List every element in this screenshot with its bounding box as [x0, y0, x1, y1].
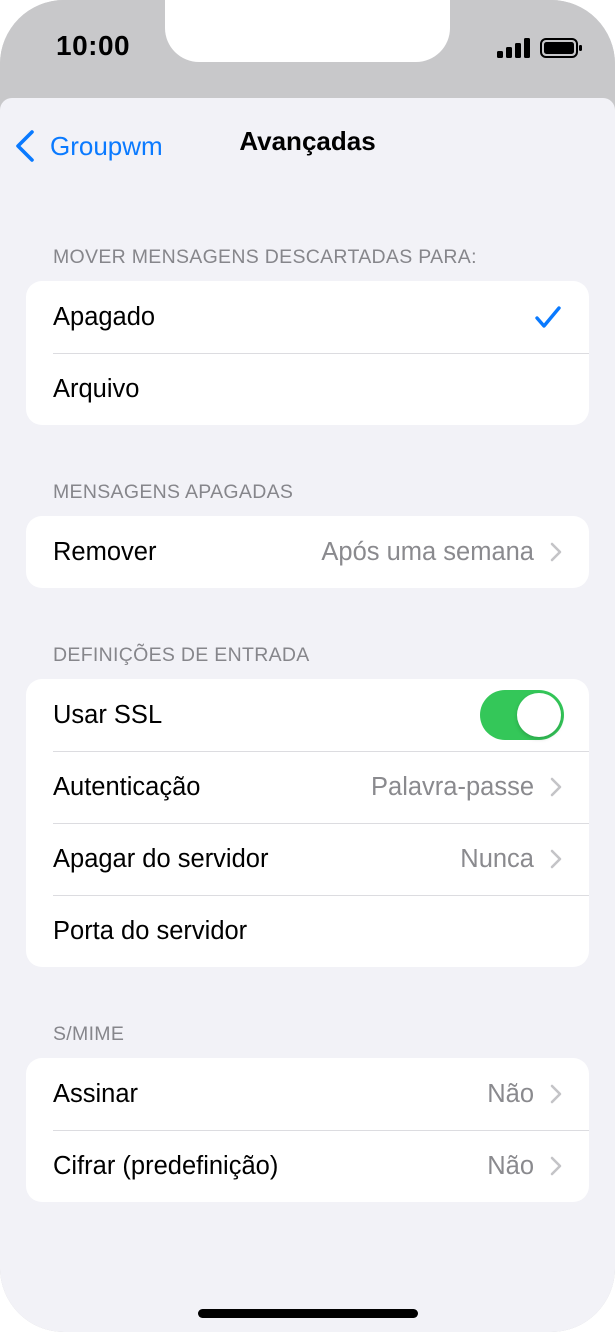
row-value: Nunca — [460, 844, 534, 873]
chevron-left-icon — [16, 130, 34, 162]
remove-row[interactable]: Remover Após uma semana — [26, 516, 589, 588]
row-label: Apagar do servidor — [53, 844, 269, 873]
section-header-deleted: MENSAGENS APAGADAS — [53, 481, 294, 503]
status-time: 10:00 — [56, 30, 131, 61]
incoming-group: Usar SSL Autenticação Palavra-passe Apag… — [26, 679, 589, 967]
section-header-discard: MOVER MENSAGENS DESCARTADAS PARA: — [53, 246, 477, 268]
deleted-group: Remover Após uma semana — [26, 516, 589, 588]
discard-group: Apagado Arquivo — [26, 281, 589, 425]
option-arquivo[interactable]: Arquivo — [26, 353, 589, 425]
row-label: Porta do servidor — [53, 916, 248, 945]
option-label: Arquivo — [53, 374, 140, 403]
server-port-row[interactable]: Porta do servidor — [26, 895, 589, 967]
navigation-bar: Groupwm Avançadas — [0, 98, 615, 194]
settings-screen: Groupwm Avançadas MOVER MENSAGENS DESCAR… — [0, 98, 615, 1332]
authentication-row[interactable]: Autenticação Palavra-passe — [26, 751, 589, 823]
chevron-right-icon — [550, 777, 562, 797]
ssl-toggle[interactable] — [480, 690, 564, 740]
toggle-knob — [517, 693, 561, 737]
encrypt-default-row[interactable]: Cifrar (predefinição) Não — [26, 1130, 589, 1202]
battery-icon — [540, 38, 582, 58]
notch — [165, 0, 450, 62]
row-label: Assinar — [53, 1079, 139, 1108]
checkmark-icon — [535, 306, 561, 328]
row-value: Após uma semana — [321, 537, 534, 566]
chevron-right-icon — [550, 849, 562, 869]
chevron-right-icon — [550, 1084, 562, 1104]
option-apagado[interactable]: Apagado — [26, 281, 589, 353]
row-value: Palavra-passe — [371, 772, 534, 801]
phone-device: 10:00 Groupwm Avançadas MOVER MENSAGENS … — [0, 0, 615, 1332]
chevron-right-icon — [550, 1156, 562, 1176]
status-bar: 10:00 — [0, 0, 615, 100]
row-label: Cifrar (predefinição) — [53, 1151, 279, 1180]
row-label: Remover — [53, 537, 157, 566]
row-label: Usar SSL — [53, 700, 163, 729]
sign-row[interactable]: Assinar Não — [26, 1058, 589, 1130]
section-header-incoming: DEFINIÇÕES DE ENTRADA — [53, 644, 310, 666]
option-label: Apagado — [53, 302, 156, 331]
row-value: Não — [487, 1079, 534, 1108]
row-value: Não — [487, 1151, 534, 1180]
section-header-smime: S/MIME — [53, 1023, 125, 1045]
smime-group: Assinar Não Cifrar (predefinição) Não — [26, 1058, 589, 1202]
ssl-row: Usar SSL — [26, 679, 589, 751]
chevron-right-icon — [550, 542, 562, 562]
delete-from-server-row[interactable]: Apagar do servidor Nunca — [26, 823, 589, 895]
back-button[interactable]: Groupwm — [14, 126, 163, 166]
row-label: Autenticação — [53, 772, 201, 801]
cellular-signal-icon — [497, 38, 530, 58]
back-button-label: Groupwm — [50, 130, 163, 161]
home-indicator[interactable] — [198, 1309, 418, 1318]
